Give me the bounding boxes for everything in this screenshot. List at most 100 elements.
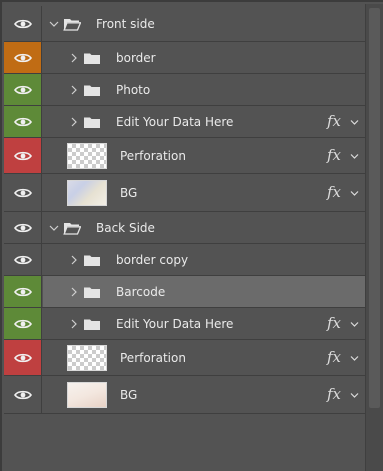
layer-thumbnail[interactable] <box>67 179 107 206</box>
visibility-toggle[interactable] <box>4 276 42 307</box>
layer-row-edit-data-back[interactable]: Edit Your Data Here fx <box>4 308 365 340</box>
layer-effects[interactable]: fx <box>327 146 359 164</box>
layer-content[interactable]: Edit Your Data Here fx <box>43 106 365 137</box>
eye-icon <box>13 84 32 96</box>
layer-name[interactable]: Perforation <box>120 351 186 365</box>
layer-row-bg-front[interactable]: BG fx <box>4 174 365 212</box>
eye-icon <box>13 150 32 162</box>
layer-content[interactable]: border <box>43 42 365 73</box>
folder-icon <box>83 115 101 129</box>
visibility-toggle[interactable] <box>4 244 42 275</box>
layer-content[interactable]: Front side <box>43 6 365 41</box>
eye-icon <box>13 222 32 234</box>
layer-content[interactable]: Photo <box>43 74 365 105</box>
layer-row-front-side[interactable]: Front side <box>4 6 365 42</box>
layer-name[interactable]: Photo <box>116 83 150 97</box>
layer-name[interactable]: BG <box>120 186 137 200</box>
folder-icon <box>83 285 101 299</box>
layer-row-bg-back[interactable]: BG fx <box>4 376 365 414</box>
caret-down-icon[interactable] <box>350 392 359 399</box>
layer-content[interactable]: Edit Your Data Here fx <box>43 308 365 339</box>
layer-name[interactable]: BG <box>120 388 137 402</box>
layer-name[interactable]: border <box>116 51 156 65</box>
layer-name[interactable]: Back Side <box>96 221 155 235</box>
layer-content[interactable]: Back Side <box>43 212 365 243</box>
eye-icon <box>13 389 32 401</box>
layer-name[interactable]: Edit Your Data Here <box>116 115 233 129</box>
chevron-right-icon[interactable] <box>69 287 79 297</box>
chevron-right-icon[interactable] <box>69 117 79 127</box>
caret-down-icon[interactable] <box>350 153 359 160</box>
visibility-toggle[interactable] <box>4 138 42 173</box>
chevron-down-icon[interactable] <box>49 19 59 29</box>
layer-content[interactable]: Perforation fx <box>43 138 365 173</box>
layer-content[interactable]: Perforation fx <box>43 340 365 375</box>
eye-icon <box>13 318 32 330</box>
folder-open-icon <box>63 17 81 31</box>
fx-icon[interactable]: fx <box>327 146 341 164</box>
layer-row-barcode[interactable]: Barcode <box>4 276 365 308</box>
visibility-toggle[interactable] <box>4 106 42 137</box>
folder-icon <box>83 51 101 65</box>
eye-icon <box>13 187 32 199</box>
visibility-toggle[interactable] <box>4 340 42 375</box>
layer-name[interactable]: border copy <box>116 253 188 267</box>
eye-icon <box>13 52 32 64</box>
chevron-right-icon[interactable] <box>69 255 79 265</box>
layer-row-border[interactable]: border <box>4 42 365 74</box>
visibility-toggle[interactable] <box>4 6 42 41</box>
visibility-toggle[interactable] <box>4 376 42 413</box>
visibility-toggle[interactable] <box>4 308 42 339</box>
layer-thumbnail[interactable] <box>67 381 107 408</box>
eye-icon <box>13 116 32 128</box>
layer-name[interactable]: Perforation <box>120 149 186 163</box>
visibility-toggle[interactable] <box>4 174 42 211</box>
layer-row-perforation-back[interactable]: Perforation fx <box>4 340 365 376</box>
layers-panel: Front side border Photo Edit Your Data Here… <box>0 0 383 471</box>
layers-scrollbar[interactable] <box>365 4 383 471</box>
fx-icon[interactable]: fx <box>327 314 341 332</box>
eye-icon <box>13 18 32 30</box>
folder-icon <box>83 253 101 267</box>
chevron-right-icon[interactable] <box>69 53 79 63</box>
folder-icon <box>83 317 101 331</box>
fx-icon[interactable]: fx <box>327 112 341 130</box>
layer-row-edit-data-front[interactable]: Edit Your Data Here fx <box>4 106 365 138</box>
layer-thumbnail[interactable] <box>67 142 107 169</box>
folder-open-icon <box>63 221 81 235</box>
layer-row-border-copy[interactable]: border copy <box>4 244 365 276</box>
layer-effects[interactable]: fx <box>327 385 359 403</box>
layer-row-perforation-front[interactable]: Perforation fx <box>4 138 365 174</box>
layer-name[interactable]: Front side <box>96 17 155 31</box>
layer-name[interactable]: Edit Your Data Here <box>116 317 233 331</box>
layer-effects[interactable]: fx <box>327 314 359 332</box>
chevron-right-icon[interactable] <box>69 85 79 95</box>
caret-down-icon[interactable] <box>350 119 359 126</box>
folder-icon <box>83 83 101 97</box>
fx-icon[interactable]: fx <box>327 183 341 201</box>
layer-effects[interactable]: fx <box>327 183 359 201</box>
caret-down-icon[interactable] <box>350 190 359 197</box>
layer-content[interactable]: border copy <box>43 244 365 275</box>
eye-icon <box>13 254 32 266</box>
caret-down-icon[interactable] <box>350 321 359 328</box>
layer-effects[interactable]: fx <box>327 348 359 366</box>
layer-content[interactable]: BG fx <box>43 174 365 211</box>
layer-row-photo[interactable]: Photo <box>4 74 365 106</box>
visibility-toggle[interactable] <box>4 42 42 73</box>
layer-row-back-side[interactable]: Back Side <box>4 212 365 244</box>
fx-icon[interactable]: fx <box>327 385 341 403</box>
chevron-down-icon[interactable] <box>49 223 59 233</box>
layer-name[interactable]: Barcode <box>116 285 165 299</box>
layer-thumbnail[interactable] <box>67 344 107 371</box>
layer-content[interactable]: Barcode <box>43 276 365 307</box>
eye-icon <box>13 352 32 364</box>
fx-icon[interactable]: fx <box>327 348 341 366</box>
layer-content[interactable]: BG fx <box>43 376 365 413</box>
caret-down-icon[interactable] <box>350 355 359 362</box>
layer-effects[interactable]: fx <box>327 112 359 130</box>
visibility-toggle[interactable] <box>4 212 42 243</box>
visibility-toggle[interactable] <box>4 74 42 105</box>
scrollbar-thumb[interactable] <box>369 8 380 408</box>
chevron-right-icon[interactable] <box>69 319 79 329</box>
